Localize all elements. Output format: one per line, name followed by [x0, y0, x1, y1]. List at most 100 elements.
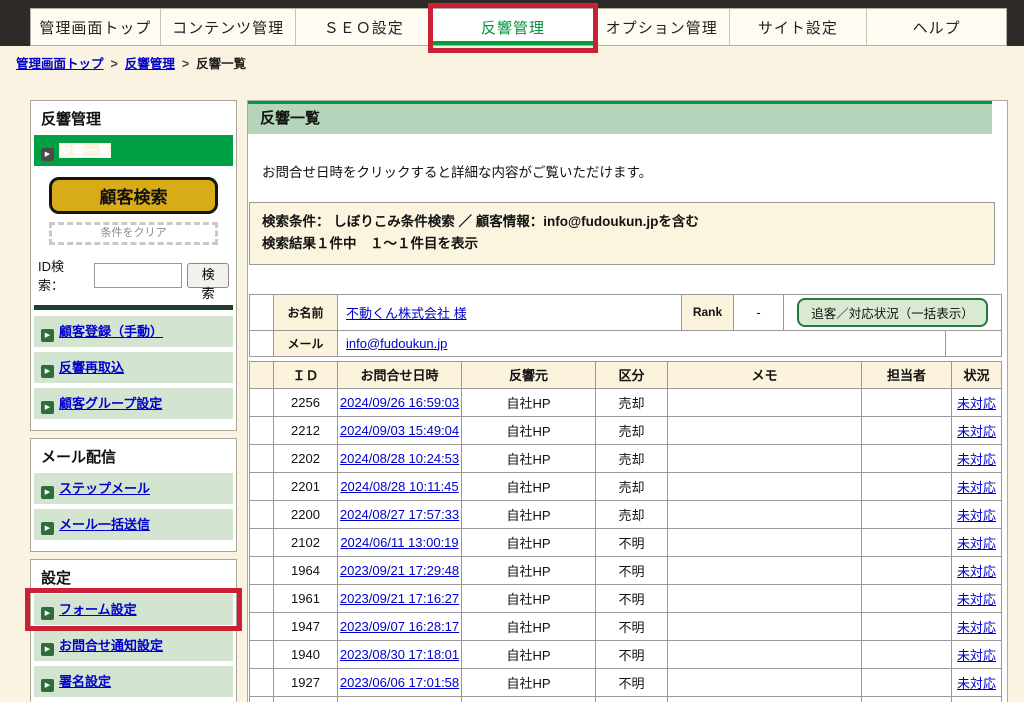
cell-status: 未対応 — [952, 416, 1002, 444]
column-header: お問合せ日時 — [338, 361, 462, 388]
inquiry-datetime-link[interactable]: 2023/09/21 17:16:27 — [340, 591, 459, 606]
spacer-cell — [250, 556, 274, 584]
arrow-icon: ▶ — [41, 679, 54, 692]
main-content: 反響一覧 お問合せ日時をクリックすると詳細な内容がご覧いただけます。 検索条件：… — [247, 100, 1008, 702]
cell-source: 自社HP — [462, 500, 596, 528]
cell-datetime: 2023/08/30 17:18:01 — [338, 640, 462, 668]
status-link[interactable]: 未対応 — [957, 620, 996, 635]
status-link[interactable]: 未対応 — [957, 452, 996, 467]
nav-tab-3[interactable]: ＳＥＯ設定 — [296, 9, 432, 45]
customer-email-link[interactable]: info@fudoukun.jp — [346, 336, 447, 351]
cell-datetime: 2024/06/11 13:00:19 — [338, 528, 462, 556]
sidebar-link-item[interactable]: ▶ 署名設定 — [34, 666, 233, 697]
inquiry-datetime-link[interactable]: 2024/08/27 17:57:33 — [340, 507, 459, 522]
column-header: 担当者 — [862, 361, 952, 388]
sidebar-link-label[interactable]: ステップメール — [59, 481, 150, 496]
customer-search-wrap: 顧客検索 — [31, 166, 236, 214]
cell-id: 2102 — [274, 528, 338, 556]
sidebar-section-title: メール配信 — [31, 439, 236, 473]
sidebar-links-mail: ▶ ステップメール ▶メール一括送信 — [31, 473, 236, 540]
breadcrumb: 管理画面トップ>反響管理>反響一覧 — [16, 53, 246, 72]
sidebar-link-item[interactable]: ▶ フォーム設定 — [34, 594, 233, 625]
cell-id: 1808 — [274, 696, 338, 702]
sidebar-link-item[interactable]: ▶ ステップメール — [34, 473, 233, 504]
arrow-icon: ▶ — [41, 607, 54, 620]
status-link[interactable]: 未対応 — [957, 648, 996, 663]
cell-id: 1947 — [274, 612, 338, 640]
sidebar-link-label[interactable]: フォーム設定 — [59, 602, 137, 617]
customer-summary-table: お名前 不動くん株式会社 様 Rank - 追客／対応状況（一括表示） メール … — [249, 294, 1002, 357]
sidebar-link-label[interactable]: お問合せ通知設定 — [59, 638, 163, 653]
inquiry-datetime-link[interactable]: 2024/09/03 15:49:04 — [340, 423, 459, 438]
breadcrumb-current: 反響一覧 — [196, 57, 246, 71]
cell-id: 1961 — [274, 584, 338, 612]
nav-tab-1[interactable]: 管理画面トップ — [31, 9, 161, 45]
sidebar-link-label[interactable]: 顧客グループ設定 — [59, 396, 162, 411]
breadcrumb-link-1[interactable]: 管理画面トップ — [16, 57, 104, 71]
sidebar-link-item[interactable]: ▶お問合せ通知設定 — [34, 630, 233, 661]
arrow-icon: ▶ — [41, 148, 54, 161]
table-row: 22022024/08/28 10:24:53自社HP売却未対応 — [250, 444, 1002, 472]
nav-tab-5[interactable]: オプション管理 — [595, 9, 730, 45]
nav-tab-4[interactable]: 反響管理 — [432, 9, 595, 45]
arrow-icon: ▶ — [41, 486, 54, 499]
cell-source: 自社HP — [462, 584, 596, 612]
inquiry-datetime-link[interactable]: 2023/09/21 17:29:48 — [340, 563, 459, 578]
nav-tab-7[interactable]: ヘルプ — [867, 9, 1006, 45]
inquiry-datetime-link[interactable]: 2023/08/30 17:18:01 — [340, 647, 459, 662]
sidebar-section-response: 反響管理 ▶反響一覧 顧客検索 条件をクリア ID検索： 検索 ▶顧客登録（手動… — [30, 100, 237, 431]
arrow-icon: ▶ — [41, 329, 54, 342]
sidebar-link-label[interactable]: 署名設定 — [59, 674, 111, 689]
inquiry-datetime-link[interactable]: 2023/06/06 17:01:58 — [340, 675, 459, 690]
nav-tab-2[interactable]: コンテンツ管理 — [161, 9, 297, 45]
sidebar-link-item[interactable]: ▶反響再取込 — [34, 352, 233, 383]
cell-category: 不明 — [596, 668, 668, 696]
cell-staff — [862, 584, 952, 612]
cell-category: 売却 — [596, 472, 668, 500]
inquiry-datetime-link[interactable]: 2024/08/28 10:24:53 — [340, 451, 459, 466]
sidebar-link-item[interactable]: ▶メール一括送信 — [34, 509, 233, 540]
status-link[interactable]: 未対応 — [957, 676, 996, 691]
inquiry-datetime-link[interactable]: 2024/06/11 13:00:19 — [340, 535, 458, 550]
clear-conditions-button[interactable]: 条件をクリア — [49, 222, 218, 245]
table-row: 21022024/06/11 13:00:19自社HP不明未対応 — [250, 528, 1002, 556]
inquiry-datetime-link[interactable]: 2024/09/26 16:59:03 — [340, 395, 459, 410]
status-link[interactable]: 未対応 — [957, 508, 996, 523]
customer-name-link[interactable]: 不動くん株式会社 様 — [346, 306, 467, 321]
spacer-cell — [250, 294, 274, 330]
cell-datetime: 2024/08/28 10:11:45 — [338, 472, 462, 500]
inquiry-datetime-link[interactable]: 2023/09/07 16:28:17 — [340, 619, 459, 634]
cell-memo — [668, 416, 862, 444]
table-row: 19402023/08/30 17:18:01自社HP不明未対応 — [250, 640, 1002, 668]
id-search-row: ID検索： 検索 — [38, 256, 229, 294]
breadcrumb-link-2[interactable]: 反響管理 — [125, 57, 175, 71]
customer-search-button[interactable]: 顧客検索 — [49, 177, 218, 214]
sidebar-link-item[interactable]: ▶ 顧客登録（手動） — [34, 316, 233, 347]
sidebar-links-response: ▶ 顧客登録（手動） ▶反響再取込 ▶顧客グループ設定 — [31, 316, 236, 419]
cell-memo — [668, 640, 862, 668]
status-link[interactable]: 未対応 — [957, 424, 996, 439]
sidebar-link-label[interactable]: メール一括送信 — [59, 517, 150, 532]
search-condition-line: 検索条件： しぼりこみ条件検索 ／ 顧客情報：info@fudoukun.jpを… — [262, 211, 982, 233]
status-link[interactable]: 未対応 — [957, 396, 996, 411]
sidebar-link-label[interactable]: 反響再取込 — [59, 360, 124, 375]
id-search-button[interactable]: 検索 — [187, 263, 229, 288]
status-link[interactable]: 未対応 — [957, 564, 996, 579]
batch-status-button[interactable]: 追客／対応状況（一括表示） — [797, 298, 988, 327]
spacer-cell — [250, 612, 274, 640]
cell-category: 不明 — [596, 556, 668, 584]
sidebar-item-response-list[interactable]: ▶ 反響一覧 — [34, 135, 233, 166]
nav-tab-6[interactable]: サイト設定 — [730, 9, 868, 45]
inquiry-datetime-link[interactable]: 2024/08/28 10:11:45 — [340, 479, 458, 494]
name-label: お名前 — [274, 294, 338, 330]
sidebar-link-item[interactable]: ▶顧客グループ設定 — [34, 388, 233, 419]
sidebar-item-label: 反響一覧 — [59, 143, 111, 158]
status-link[interactable]: 未対応 — [957, 480, 996, 495]
sidebar-link-label[interactable]: 顧客登録（手動） — [59, 324, 163, 339]
cell-memo: テンプレートフォーム：タイ… — [668, 696, 862, 702]
id-search-input[interactable] — [94, 263, 182, 288]
cell-status: 未対応 — [952, 472, 1002, 500]
breadcrumb-separator: > — [175, 57, 196, 71]
status-link[interactable]: 未対応 — [957, 536, 996, 551]
status-link[interactable]: 未対応 — [957, 592, 996, 607]
